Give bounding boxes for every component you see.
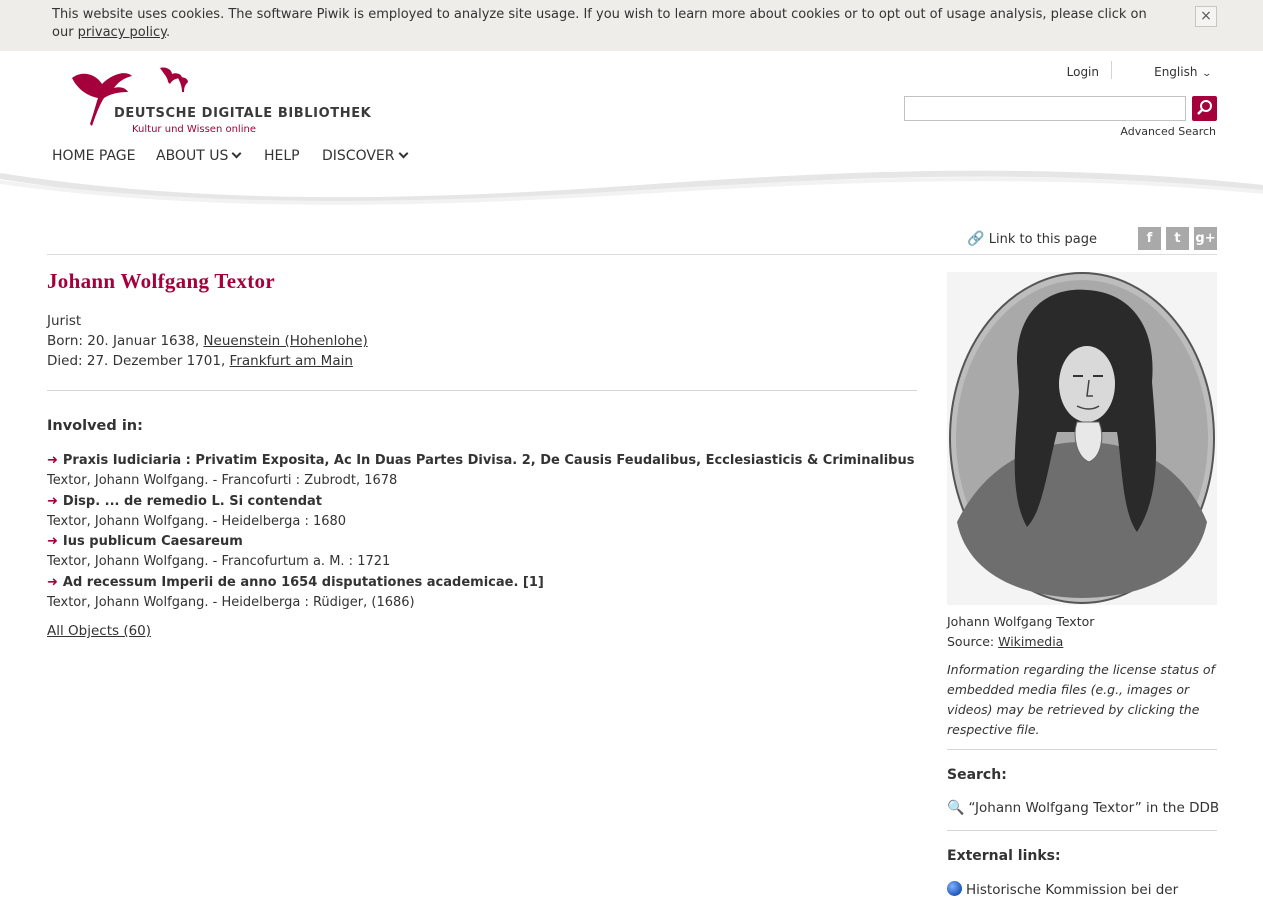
arrow-right-icon: ➜	[47, 574, 58, 590]
link-icon: 🔗	[967, 231, 985, 247]
utility-separator	[1111, 61, 1112, 79]
list-item: ➜ Disp. ... de remedio L. Si contendat Te…	[47, 492, 917, 533]
ddb-logo[interactable]: DEUTSCHE DIGITALE BIBLIOTHEK Kultur und …	[68, 64, 371, 140]
divider	[47, 390, 917, 391]
permalink-label: Link to this page	[988, 232, 1097, 247]
caption-source: Source: Wikimedia	[947, 632, 1094, 652]
object-link[interactable]: ➜ Disp. ... de remedio L. Si contendat	[47, 492, 917, 512]
chevron-down-icon: ⌄	[1201, 69, 1213, 79]
object-title: Ius publicum Caesareum	[62, 534, 243, 550]
caption-title: Johann Wolfgang Textor	[947, 614, 1095, 629]
arrow-right-icon: ➜	[47, 493, 58, 509]
person-facts: Jurist Born: 20. Januar 1638, Neuenstein…	[47, 311, 368, 371]
object-meta: Textor, Johann Wolfgang. - Heidelberga :…	[47, 595, 415, 611]
source-link[interactable]: Wikimedia	[998, 634, 1063, 649]
twitter-icon[interactable]: t	[1166, 227, 1189, 250]
object-link[interactable]: ➜ Ius publicum Caesareum	[47, 532, 917, 552]
ddb-search-link[interactable]: 🔍 “Johann Wolfgang Textor” in the DDB	[947, 800, 1219, 816]
ddb-search-label: “Johann Wolfgang Textor” in the DDB	[968, 800, 1220, 816]
cookie-message: This website uses cookies. The software …	[52, 7, 1147, 40]
born-label: Born: 20. Januar 1638,	[47, 333, 204, 349]
born-place-link[interactable]: Neuenstein (Hohenlohe)	[203, 333, 367, 349]
license-note: Information regarding the license status…	[947, 662, 1215, 737]
involved-list: ➜ Praxis Iudiciaria : Privatim Exposita, …	[47, 451, 917, 613]
portrait-image[interactable]	[947, 272, 1217, 605]
external-link-label: Historische Kommission bei der	[966, 882, 1179, 898]
language-label: English	[1154, 65, 1198, 79]
logo-name: DEUTSCHE DIGITALE BIBLIOTHEK	[114, 106, 372, 121]
search-icon	[1197, 100, 1212, 115]
arrow-right-icon: ➜	[47, 534, 58, 550]
involved-heading: Involved in:	[47, 418, 143, 434]
object-meta: Textor, Johann Wolfgang. - Heidelberga :…	[47, 513, 347, 529]
portrait-engraving	[947, 272, 1217, 605]
arrow-right-icon: ➜	[47, 453, 58, 468]
header-wave-divider	[0, 170, 1263, 205]
chevron-down-icon	[398, 148, 408, 159]
object-title: Disp. ... de remedio L. Si contendat	[62, 493, 323, 509]
search-heading: Search:	[947, 767, 1007, 783]
privacy-policy-link[interactable]: privacy policy	[78, 25, 166, 40]
logo-tagline: Kultur und Wissen online	[132, 124, 256, 135]
external-links-heading: External links:	[947, 848, 1061, 864]
list-item: ➜ Praxis Iudiciaria : Privatim Exposita, …	[47, 451, 917, 492]
facebook-icon[interactable]: f	[1138, 227, 1161, 250]
permalink-link[interactable]: 🔗 Link to this page	[967, 231, 1097, 247]
image-caption: Johann Wolfgang Textor Source: Wikimedia	[947, 612, 1094, 652]
object-link[interactable]: ➜ Praxis Iudiciaria : Privatim Exposita, …	[47, 451, 917, 471]
utility-nav: Login English ⌄	[1015, 61, 1215, 84]
profession: Jurist	[47, 313, 82, 329]
google-plus-icon[interactable]: g+	[1194, 227, 1217, 250]
globe-icon	[947, 881, 962, 896]
login-link[interactable]: Login	[1067, 65, 1099, 79]
advanced-search-link[interactable]: Advanced Search	[1120, 125, 1216, 138]
cookie-banner: This website uses cookies. The software …	[0, 0, 1263, 51]
object-meta: Textor, Johann Wolfgang. - Francofurti :…	[47, 473, 398, 489]
search-input[interactable]	[904, 96, 1186, 121]
object-meta: Textor, Johann Wolfgang. - Francofurtum …	[47, 554, 391, 570]
object-link[interactable]: ➜ Ad recessum Imperii de anno 1654 disput…	[47, 573, 917, 593]
died-label: Died: 27. Dezember 1701,	[47, 353, 230, 369]
list-item: ➜ Ad recessum Imperii de anno 1654 disput…	[47, 573, 917, 614]
cookie-close-button[interactable]: ×	[1195, 6, 1217, 27]
search-button[interactable]	[1192, 96, 1217, 121]
list-item: ➜ Ius publicum Caesareum Textor, Johann W…	[47, 532, 917, 573]
all-objects-link[interactable]: All Objects (60)	[47, 623, 151, 639]
share-toolbar: 🔗 Link to this page f t g+	[47, 226, 1217, 255]
object-title: Ad recessum Imperii de anno 1654 disputa…	[62, 574, 544, 590]
died-line: Died: 27. Dezember 1701, Frankfurt am Ma…	[47, 351, 368, 371]
divider	[947, 830, 1217, 831]
search-icon: 🔍	[947, 800, 965, 816]
language-selector[interactable]: English ⌄	[1154, 65, 1213, 79]
source-label: Source:	[947, 634, 999, 649]
born-line: Born: 20. Januar 1638, Neuenstein (Hohen…	[47, 331, 368, 351]
page-title: Johann Wolfgang Textor	[47, 269, 275, 293]
divider	[947, 749, 1217, 750]
chevron-down-icon	[231, 148, 242, 159]
died-place-link[interactable]: Frankfurt am Main	[230, 353, 353, 369]
cookie-period: .	[165, 25, 171, 40]
object-title: Praxis Iudiciaria : Privatim Exposita, A…	[62, 453, 915, 468]
external-link[interactable]: Historische Kommission bei der	[947, 881, 1178, 898]
cookie-text: This website uses cookies. The software …	[52, 6, 1152, 42]
